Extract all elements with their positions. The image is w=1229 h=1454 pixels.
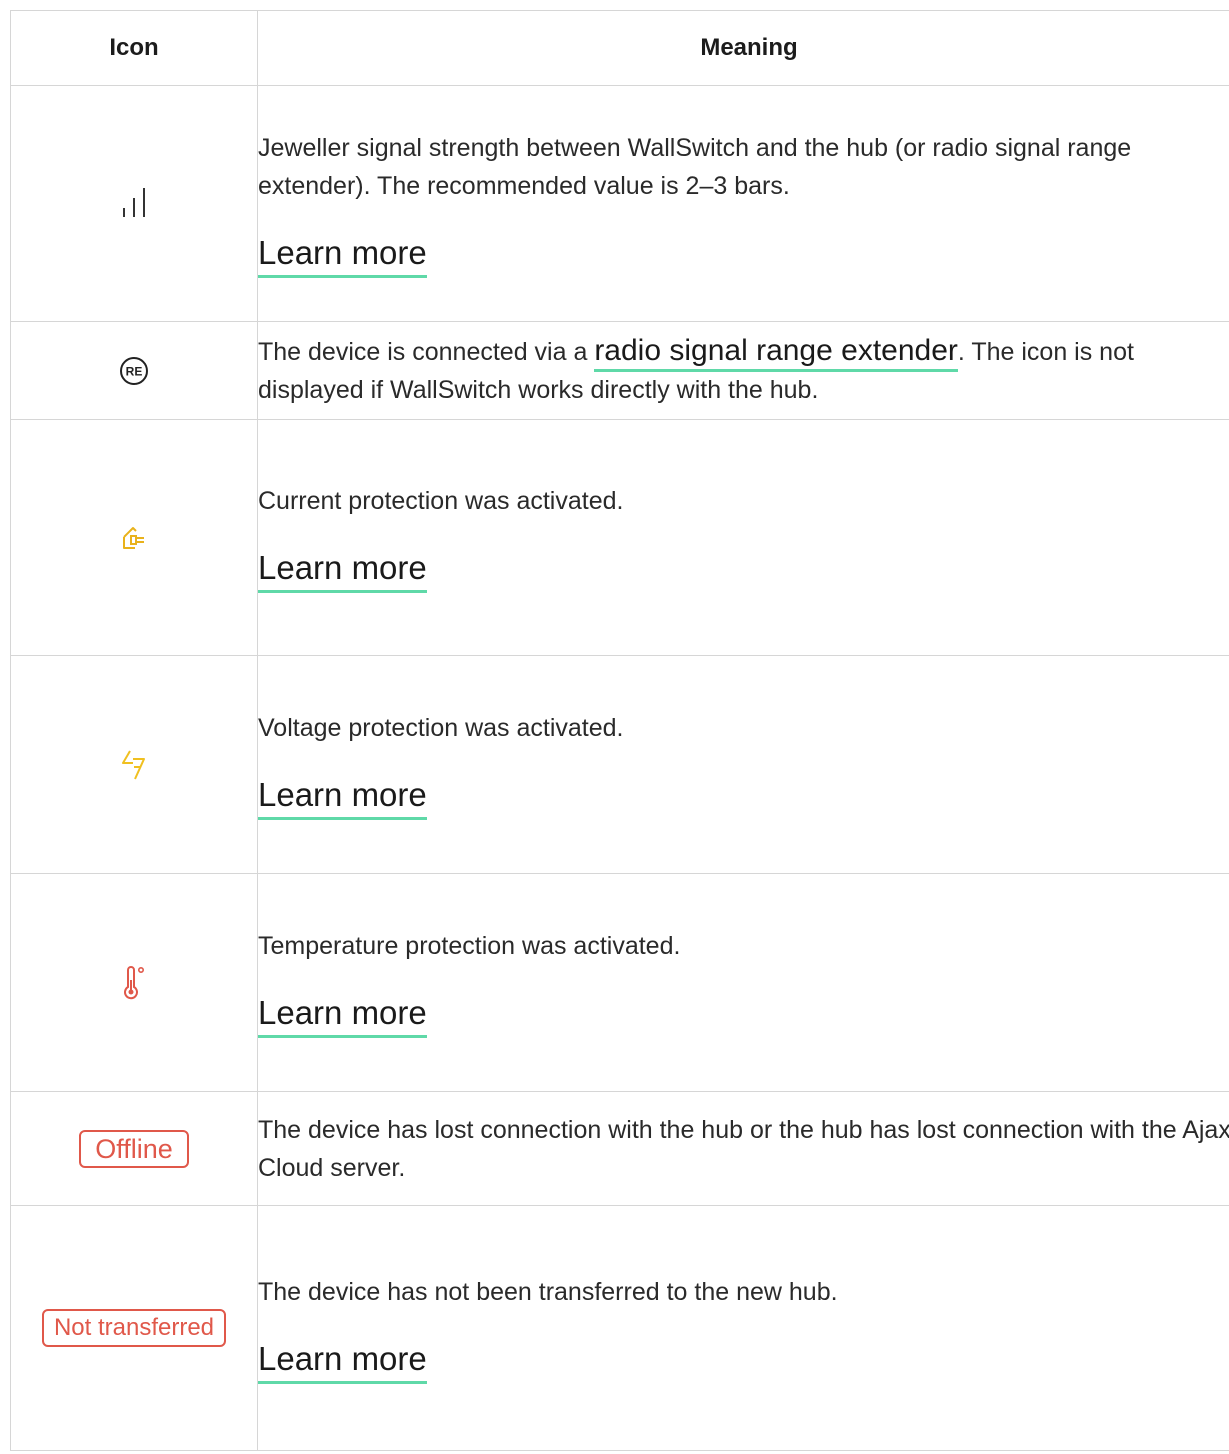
icon-cell: Not transferred	[10, 1205, 258, 1451]
voltage-protection-icon	[119, 749, 149, 779]
table-row: RE The device is connected via a radio s…	[10, 321, 1229, 420]
description-text: Current protection was activated.	[258, 487, 624, 515]
table-row: Offline The device has lost connection w…	[10, 1091, 1229, 1206]
table-row: Temperature protection was activated. Le…	[10, 873, 1229, 1092]
meaning-cell: Voltage protection was activated. Learn …	[257, 655, 1229, 874]
description-text: Voltage protection was activated.	[258, 714, 624, 742]
description-text: The device has lost connection with the …	[258, 1115, 1229, 1182]
description-text: Jeweller signal strength between WallSwi…	[258, 134, 1132, 200]
description-text: Temperature protection was activated.	[258, 932, 681, 960]
temperature-protection-icon	[121, 965, 147, 999]
table-row: Jeweller signal strength between WallSwi…	[10, 85, 1229, 322]
icon-cell	[10, 873, 258, 1092]
meaning-cell: The device is connected via a radio sign…	[257, 321, 1229, 420]
signal-strength-icon	[116, 187, 152, 217]
icon-cell: RE	[10, 321, 258, 420]
table-header-row: Icon Meaning	[10, 10, 1229, 86]
meaning-cell: Jeweller signal strength between WallSwi…	[257, 85, 1229, 322]
table-row: Not transferred The device has not been …	[10, 1205, 1229, 1451]
learn-more-link[interactable]: Learn more	[258, 548, 427, 593]
table-row: Current protection was activated. Learn …	[10, 419, 1229, 656]
learn-more-link[interactable]: Learn more	[258, 775, 427, 820]
icon-cell	[10, 85, 258, 322]
icon-cell	[10, 655, 258, 874]
icon-column-header: Icon	[10, 10, 258, 86]
range-extender-link[interactable]: radio signal range extender	[594, 334, 958, 372]
learn-more-link[interactable]: Learn more	[258, 233, 427, 278]
icon-cell: Offline	[10, 1091, 258, 1206]
meaning-cell: Current protection was activated. Learn …	[257, 419, 1229, 656]
description-text-before: The device is connected via a	[258, 338, 595, 366]
meaning-cell: Temperature protection was activated. Le…	[257, 873, 1229, 1092]
range-extender-icon: RE	[119, 356, 149, 385]
svg-text:RE: RE	[126, 364, 143, 378]
meaning-cell: The device has not been transferred to t…	[257, 1205, 1229, 1451]
learn-more-link[interactable]: Learn more	[258, 1339, 427, 1384]
description-text: The device has not been transferred to t…	[258, 1277, 838, 1306]
description-text: The device is connected via a radio sign…	[258, 332, 1229, 409]
icon-legend-table: Icon Meaning Jeweller signal strength be…	[10, 10, 1229, 1451]
icon-cell	[10, 419, 258, 656]
table-row: Voltage protection was activated. Learn …	[10, 655, 1229, 874]
learn-more-link[interactable]: Learn more	[258, 993, 427, 1038]
meaning-cell: The device has lost connection with the …	[257, 1091, 1229, 1206]
not-transferred-status-badge: Not transferred	[41, 1309, 227, 1347]
current-protection-icon	[121, 526, 147, 549]
offline-status-badge: Offline	[79, 1129, 189, 1168]
meaning-column-header: Meaning	[257, 10, 1229, 86]
